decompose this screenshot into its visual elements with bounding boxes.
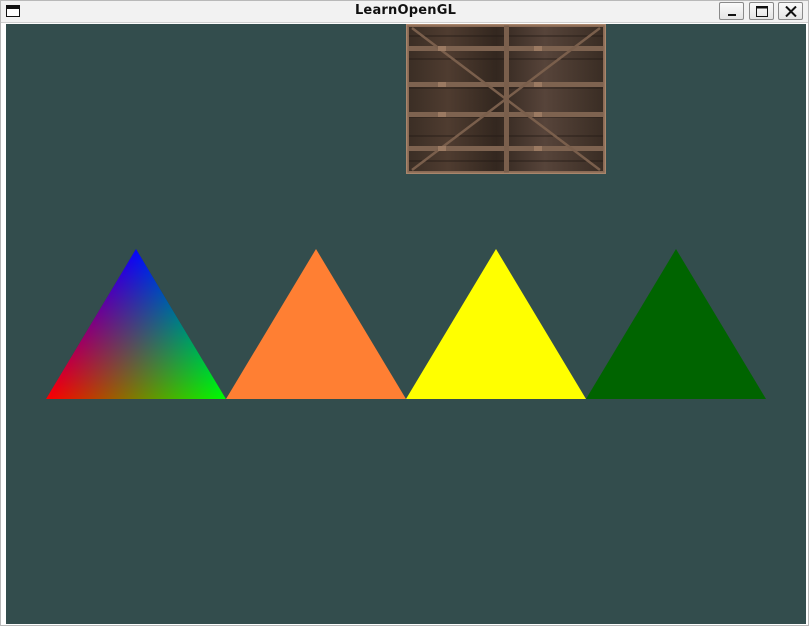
- orange-triangle: [226, 249, 406, 399]
- triangles-layer: [46, 249, 766, 399]
- minimize-button[interactable]: [719, 2, 744, 20]
- close-icon: [785, 6, 797, 17]
- yellow-triangle: [406, 249, 586, 399]
- app-window: LearnOpenGL: [0, 0, 809, 626]
- vertex-colored-triangle: [46, 249, 226, 399]
- title-bar[interactable]: LearnOpenGL: [1, 1, 808, 23]
- window-title: LearnOpenGL: [354, 3, 457, 18]
- minimize-icon: [728, 14, 736, 16]
- maximize-button[interactable]: [749, 2, 774, 20]
- close-button[interactable]: [778, 2, 803, 20]
- opengl-viewport[interactable]: [6, 24, 806, 624]
- maximize-icon: [756, 6, 768, 17]
- green-triangle: [586, 249, 766, 399]
